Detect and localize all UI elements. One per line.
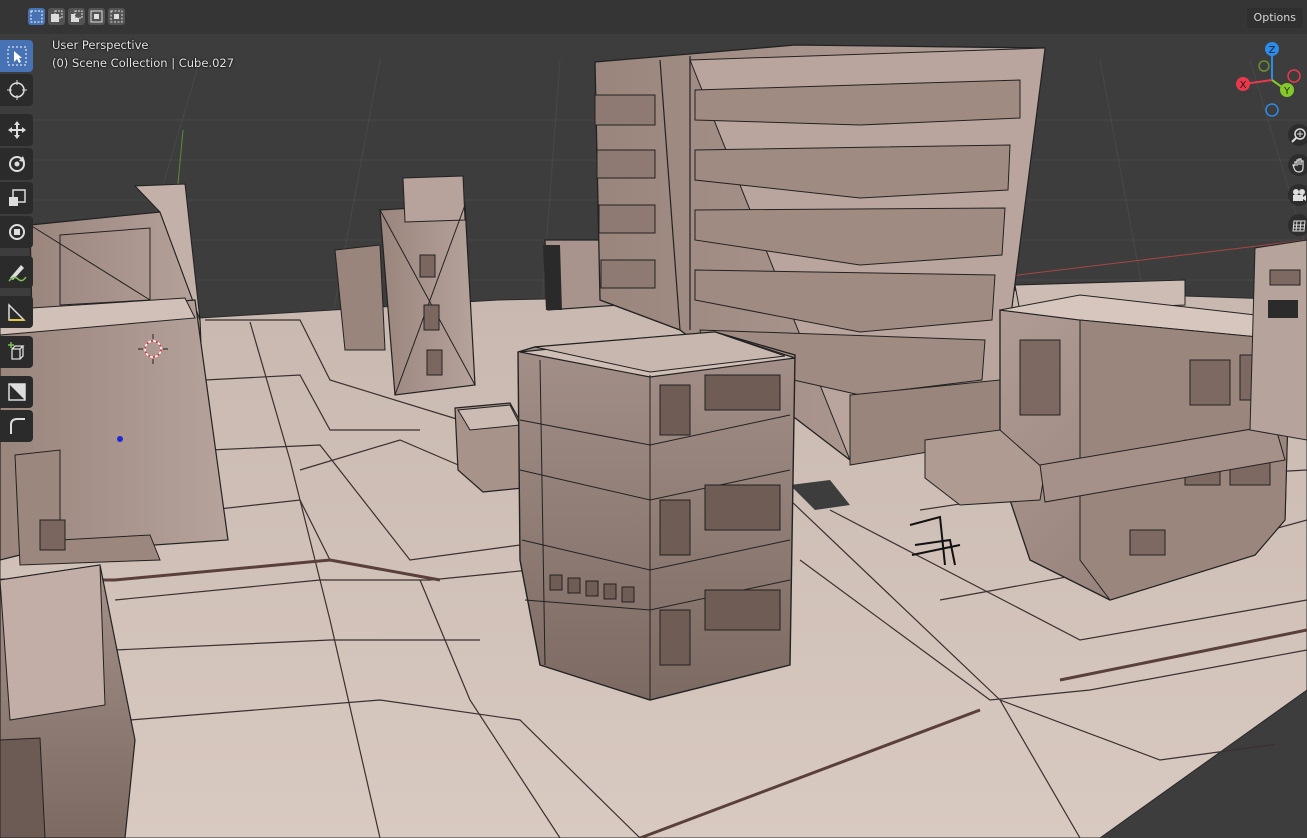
- pan-hand-icon[interactable]: [1288, 154, 1307, 176]
- object-origin[interactable]: [117, 436, 123, 442]
- svg-text:X: X: [1240, 80, 1247, 91]
- viewport-header: Options: [0, 0, 1307, 34]
- select-new-icon[interactable]: [28, 8, 45, 25]
- collection-info-label: (0) Scene Collection | Cube.027: [52, 56, 235, 70]
- gizmo-y-axis[interactable]: Y: [1280, 83, 1294, 97]
- building-left-block[interactable]: [0, 297, 229, 566]
- ortho-grid-icon[interactable]: [1288, 214, 1307, 236]
- transform-icon[interactable]: [0, 216, 33, 248]
- building-edge-right[interactable]: [1249, 239, 1307, 441]
- navigation-gizmo[interactable]: Z X Y: [1232, 40, 1302, 118]
- extrude-icon[interactable]: [0, 410, 33, 442]
- gizmo-z-axis[interactable]: Z: [1265, 42, 1279, 56]
- building-center-tower[interactable]: [517, 331, 796, 701]
- select-extend-icon[interactable]: [48, 8, 65, 25]
- selection-mode-group: [28, 8, 125, 25]
- gizmo-x-axis[interactable]: X: [1236, 77, 1250, 91]
- annotate-icon[interactable]: [0, 256, 33, 288]
- cursor-icon[interactable]: [0, 74, 33, 106]
- scale-icon[interactable]: [0, 182, 33, 214]
- select-intersect-icon[interactable]: [108, 8, 125, 25]
- scene-render[interactable]: [0, 0, 1307, 838]
- select-box-icon[interactable]: [0, 40, 33, 72]
- select-subtract-icon[interactable]: [68, 8, 85, 25]
- 3d-viewport[interactable]: Options User Perspective (0) Scene Colle…: [0, 0, 1307, 838]
- zoom-icon[interactable]: [1288, 124, 1307, 146]
- svg-text:Z: Z: [1269, 45, 1276, 56]
- rotate-icon[interactable]: [0, 148, 33, 180]
- camera-view-icon[interactable]: [1288, 184, 1307, 206]
- view-name-label: User Perspective: [52, 38, 149, 52]
- svg-text:Y: Y: [1283, 86, 1291, 97]
- options-button[interactable]: Options: [1246, 8, 1303, 28]
- measure-icon[interactable]: [0, 296, 33, 328]
- move-icon[interactable]: [0, 114, 33, 146]
- add-cube-icon[interactable]: [0, 336, 33, 368]
- shear-icon[interactable]: [0, 376, 33, 408]
- select-invert-icon[interactable]: [88, 8, 105, 25]
